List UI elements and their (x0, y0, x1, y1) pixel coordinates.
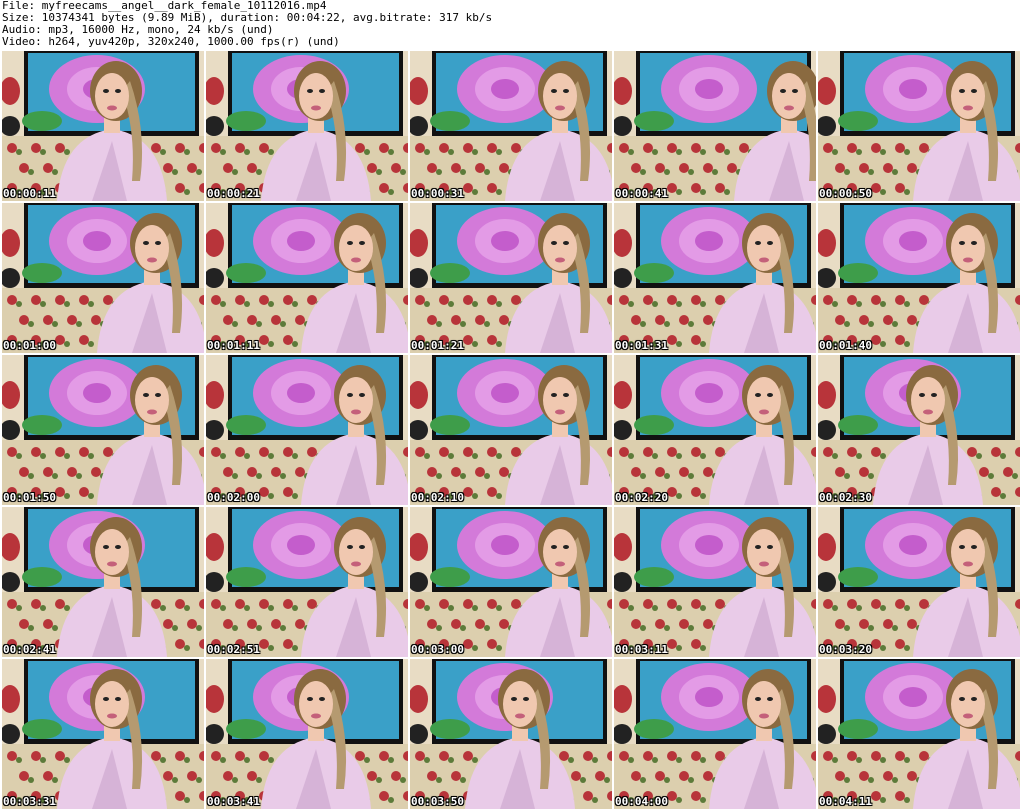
thumbnail-frame-image (206, 507, 408, 657)
video-thumbnail[interactable]: 00:02:30 (818, 355, 1020, 505)
video-thumbnail[interactable]: 00:02:51 (206, 507, 408, 657)
thumbnail-timestamp: 00:01:00 (3, 339, 56, 352)
video-thumbnail[interactable]: 00:00:11 (2, 51, 204, 201)
thumbnail-timestamp: 00:04:00 (615, 795, 668, 808)
thumbnail-timestamp: 00:00:31 (411, 187, 464, 200)
video-thumbnail[interactable]: 00:02:20 (614, 355, 816, 505)
thumbnail-frame-image (410, 203, 612, 353)
video-thumbnail[interactable]: 00:02:41 (2, 507, 204, 657)
thumbnail-frame-image (614, 659, 816, 809)
thumbnail-frame-image (410, 659, 612, 809)
thumbnail-frame-image (818, 507, 1020, 657)
thumbnail-timestamp: 00:02:30 (819, 491, 872, 504)
thumbnail-timestamp: 00:00:11 (3, 187, 56, 200)
video-thumbnail[interactable]: 00:01:11 (206, 203, 408, 353)
thumbnail-grid: 00:00:11 00:00:21 00:00:31 00:00:41 00:00:50… (2, 51, 1023, 810)
thumbnail-frame-image (614, 51, 816, 201)
thumbnail-timestamp: 00:00:21 (207, 187, 260, 200)
thumbnail-frame-image (206, 203, 408, 353)
thumbnail-timestamp: 00:02:41 (3, 643, 56, 656)
thumbnail-timestamp: 00:03:11 (615, 643, 668, 656)
thumbnail-frame-image (2, 51, 204, 201)
thumbnail-frame-image (2, 355, 204, 505)
video-thumbnail[interactable]: 00:01:40 (818, 203, 1020, 353)
thumbnail-timestamp: 00:01:21 (411, 339, 464, 352)
thumbnail-frame-image (410, 51, 612, 201)
thumbnail-frame-image (2, 659, 204, 809)
thumbnail-frame-image (410, 355, 612, 505)
thumbnail-timestamp: 00:02:10 (411, 491, 464, 504)
video-thumbnail[interactable]: 00:04:11 (818, 659, 1020, 809)
thumbnail-frame-image (818, 51, 1020, 201)
thumbnail-timestamp: 00:01:50 (3, 491, 56, 504)
thumbnail-timestamp: 00:03:31 (3, 795, 56, 808)
video-thumbnail[interactable]: 00:04:00 (614, 659, 816, 809)
video-thumbnail[interactable]: 00:00:41 (614, 51, 816, 201)
thumbnail-frame-image (206, 355, 408, 505)
thumbnail-frame-image (614, 355, 816, 505)
video-thumbnail[interactable]: 00:01:00 (2, 203, 204, 353)
video-thumbnail[interactable]: 00:03:50 (410, 659, 612, 809)
video-thumbnail[interactable]: 00:00:21 (206, 51, 408, 201)
video-thumbnail[interactable]: 00:00:50 (818, 51, 1020, 201)
thumbnail-frame-image (2, 203, 204, 353)
video-thumbnail[interactable]: 00:00:31 (410, 51, 612, 201)
thumbnail-timestamp: 00:01:31 (615, 339, 668, 352)
video-thumbnail[interactable]: 00:03:00 (410, 507, 612, 657)
thumbnail-timestamp: 00:02:00 (207, 491, 260, 504)
video-thumbnail[interactable]: 00:02:10 (410, 355, 612, 505)
thumbnail-frame-image (410, 507, 612, 657)
thumbnail-timestamp: 00:01:11 (207, 339, 260, 352)
thumbnail-frame-image (614, 507, 816, 657)
thumbnail-frame-image (818, 203, 1020, 353)
thumbnail-timestamp: 00:03:50 (411, 795, 464, 808)
thumbnail-timestamp: 00:01:40 (819, 339, 872, 352)
video-thumbnail[interactable]: 00:01:21 (410, 203, 612, 353)
video-thumbnail[interactable]: 00:03:20 (818, 507, 1020, 657)
contact-sheet-header: File: myfreecams__angel__dark_female_101… (0, 0, 1024, 50)
thumbnail-timestamp: 00:02:51 (207, 643, 260, 656)
video-thumbnail[interactable]: 00:03:31 (2, 659, 204, 809)
thumbnail-timestamp: 00:02:20 (615, 491, 668, 504)
thumbnail-timestamp: 00:03:20 (819, 643, 872, 656)
video-info-line: Video: h264, yuv420p, 320x240, 1000.00 f… (2, 35, 340, 48)
video-thumbnail[interactable]: 00:03:11 (614, 507, 816, 657)
thumbnail-timestamp: 00:03:41 (207, 795, 260, 808)
thumbnail-frame-image (818, 355, 1020, 505)
thumbnail-frame-image (206, 51, 408, 201)
thumbnail-frame-image (2, 507, 204, 657)
thumbnail-frame-image (614, 203, 816, 353)
thumbnail-timestamp: 00:04:11 (819, 795, 872, 808)
video-thumbnail[interactable]: 00:03:41 (206, 659, 408, 809)
video-thumbnail[interactable]: 00:01:50 (2, 355, 204, 505)
video-thumbnail[interactable]: 00:02:00 (206, 355, 408, 505)
thumbnail-timestamp: 00:03:00 (411, 643, 464, 656)
thumbnail-frame-image (206, 659, 408, 809)
thumbnail-timestamp: 00:00:50 (819, 187, 872, 200)
thumbnail-timestamp: 00:00:41 (615, 187, 668, 200)
thumbnail-frame-image (818, 659, 1020, 809)
video-thumbnail[interactable]: 00:01:31 (614, 203, 816, 353)
